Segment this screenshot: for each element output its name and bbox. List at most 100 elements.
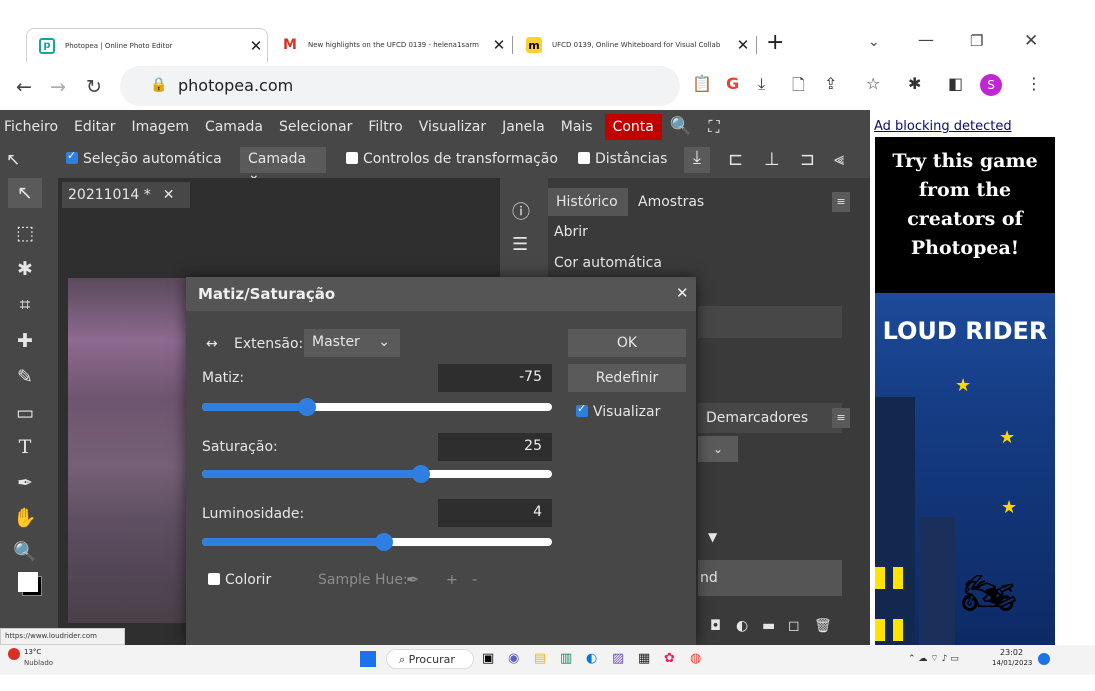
align-center-icon[interactable]: ⊥	[764, 149, 780, 170]
menu-account[interactable]: Conta	[604, 114, 662, 140]
close-tab-icon[interactable]: ✕	[245, 37, 267, 55]
browser-tab-miro[interactable]: m UFCD 0139, Online Whiteboard for Visua…	[514, 28, 754, 62]
bookmark-star-icon[interactable]: ☆	[866, 74, 880, 93]
restore-icon[interactable]: ❐	[970, 32, 983, 50]
info-icon[interactable]: ⓘ	[512, 198, 530, 224]
store-icon[interactable]: ▥	[560, 651, 572, 666]
menu-file[interactable]: Ficheiro	[0, 114, 66, 140]
marquee-tool-icon[interactable]: ⬚	[8, 218, 42, 248]
zoom-tool-icon[interactable]: 🔍	[8, 536, 42, 566]
new-tab-button[interactable]: +	[766, 30, 784, 55]
menu-more[interactable]: Mais	[553, 114, 601, 140]
menu-view[interactable]: Visualizar	[411, 114, 494, 140]
layer-row[interactable]: nd	[698, 560, 842, 596]
distances-option[interactable]: Distâncias	[578, 151, 667, 167]
close-tab-icon[interactable]: ✕	[488, 36, 510, 54]
task-view-icon[interactable]: ▣	[482, 651, 494, 666]
history-selected-row[interactable]	[698, 306, 842, 338]
chrome-icon[interactable]: ◍	[690, 651, 701, 666]
forward-icon[interactable]: →	[50, 76, 66, 98]
move-tool-icon[interactable]: ↖	[6, 150, 20, 170]
add-sample-button[interactable]: +	[446, 572, 458, 588]
mask-icon[interactable]: ◘	[710, 618, 721, 634]
hue-slider[interactable]	[202, 398, 552, 416]
menu-filter[interactable]: Filtro	[360, 114, 410, 140]
transform-controls-option[interactable]: Controlos de transformação	[346, 151, 558, 167]
saturation-slider[interactable]	[202, 465, 552, 483]
edge-icon[interactable]: ◐	[586, 651, 597, 666]
tray-icons[interactable]: ⌃ ☁ ⌔ ♪ ▭	[908, 653, 959, 664]
document-image[interactable]	[68, 278, 188, 623]
panel-menu-icon[interactable]: ≡	[832, 192, 850, 212]
adjustments-icon[interactable]: ☰	[512, 234, 528, 255]
taskbar-search[interactable]: ⌕ Procurar	[386, 649, 474, 669]
lightness-slider[interactable]	[202, 533, 552, 551]
hand-tool-icon[interactable]: ✋	[8, 502, 42, 532]
eyedropper-icon[interactable]: ✒	[406, 570, 419, 589]
auto-select-option[interactable]: Seleção automática	[66, 149, 222, 167]
app-icon[interactable]: ▨	[612, 651, 624, 666]
ad-blocking-link[interactable]: Ad blocking detected	[874, 119, 1012, 134]
blend-mode-dropdown[interactable]: ⌄	[698, 436, 738, 462]
document-tab[interactable]: 20211014 * ✕	[62, 182, 190, 208]
transform-controls-checkbox[interactable]	[346, 152, 358, 164]
hue-input[interactable]: -75	[438, 364, 552, 392]
auto-select-checkbox[interactable]	[66, 149, 78, 164]
menu-window[interactable]: Janela	[494, 114, 553, 140]
tab-paths[interactable]: Demarcadores	[706, 410, 808, 426]
minimize-icon[interactable]: —	[918, 30, 934, 49]
close-document-icon[interactable]: ✕	[163, 187, 175, 203]
trash-icon[interactable]: 🗑	[814, 618, 832, 634]
file-explorer-icon[interactable]: ▤	[534, 651, 546, 666]
close-window-icon[interactable]: ✕	[1024, 31, 1038, 51]
align-left-icon[interactable]: ⊏	[728, 149, 743, 170]
ad-game-banner[interactable]: Try this game from the creators of Photo…	[875, 137, 1055, 645]
app-icon[interactable]: ▦	[638, 651, 650, 666]
chat-icon[interactable]: ◉	[508, 651, 519, 666]
browser-tab-gmail[interactable]: M New highlights on the UFCD 0139 - hele…	[270, 28, 510, 62]
back-icon[interactable]: ←	[16, 76, 32, 98]
menu-select[interactable]: Selecionar	[271, 114, 360, 140]
adjustment-layer-icon[interactable]: ◐	[736, 618, 748, 634]
sidepanel-icon[interactable]: ◧	[948, 74, 963, 93]
colorize-checkbox[interactable]	[208, 573, 220, 585]
pen-tool-icon[interactable]: ✒	[8, 468, 42, 498]
windows-start-icon[interactable]	[360, 651, 376, 667]
extensions-puzzle-icon[interactable]: ✱	[908, 74, 921, 93]
menu-layer[interactable]: Camada	[197, 114, 271, 140]
lightness-input[interactable]: 4	[438, 499, 552, 527]
search-icon[interactable]: 🔍	[662, 114, 700, 140]
kebab-menu-icon[interactable]: ⋮	[1026, 74, 1042, 93]
close-tab-icon[interactable]: ✕	[732, 36, 754, 54]
preview-checkbox[interactable]	[576, 402, 588, 417]
reload-icon[interactable]: ↻	[86, 76, 102, 98]
healing-brush-icon[interactable]: ✚	[8, 326, 42, 356]
share-icon[interactable]: ⇪	[824, 74, 837, 93]
lightness-slider-knob[interactable]	[375, 533, 393, 551]
ok-button[interactable]: OK	[568, 329, 686, 357]
browser-tab-photopea[interactable]: p Photopea | Online Photo Editor ✕	[26, 28, 268, 62]
folder-icon[interactable]: ▬	[762, 618, 775, 634]
clipboard-icon[interactable]: 📋	[692, 74, 712, 93]
move-tool-icon[interactable]: ↖	[8, 178, 42, 208]
colorize-option[interactable]: Colorir	[208, 572, 271, 588]
distances-checkbox[interactable]	[578, 152, 590, 164]
history-item-open[interactable]: Abrir	[548, 218, 842, 247]
extension-dropdown[interactable]: Master ⌄	[304, 329, 400, 357]
tab-swatches[interactable]: Amostras	[638, 188, 704, 216]
notification-icon[interactable]	[1038, 653, 1050, 665]
layers-panel-menu-icon[interactable]: ≡	[832, 408, 850, 428]
profile-avatar[interactable]: S	[980, 74, 1002, 96]
app-icon[interactable]: ✿	[664, 651, 675, 666]
google-extension-icon[interactable]: G	[726, 74, 739, 93]
reset-button[interactable]: Redefinir	[568, 364, 686, 392]
hue-slider-knob[interactable]	[298, 398, 316, 416]
preview-option[interactable]: Visualizar	[576, 402, 660, 420]
menu-edit[interactable]: Editar	[66, 114, 123, 140]
tab-search-icon[interactable]: ⌄	[868, 34, 880, 50]
saturation-input[interactable]: 25	[438, 433, 552, 461]
new-layer-icon[interactable]: ◻	[788, 618, 800, 634]
url-text[interactable]: photopea.com	[178, 76, 293, 95]
foreground-color-swatch[interactable]	[18, 572, 38, 592]
opacity-arrow-icon[interactable]: ▼	[708, 530, 717, 544]
